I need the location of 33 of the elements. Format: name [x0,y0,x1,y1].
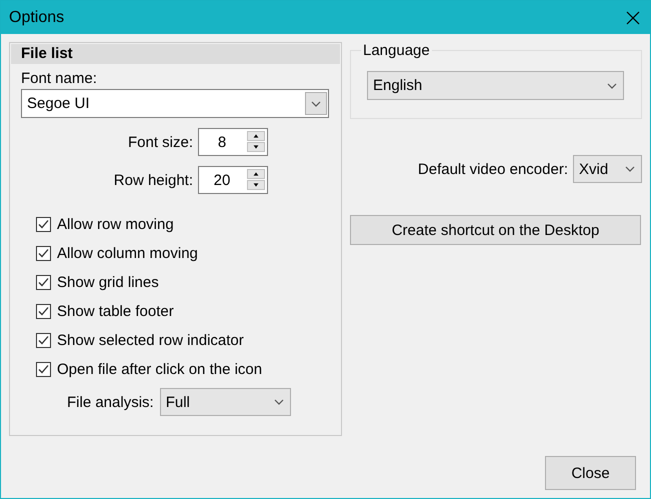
field-label: Row height: [112,172,193,188]
field-label: Font size: [126,134,193,150]
combo-field[interactable]: Segoe UI [21,89,329,118]
checkbox[interactable] [36,362,51,377]
field-label: File analysis: [67,394,154,410]
checkbox-label: Show selected row indicator [57,332,244,349]
chevron-down-icon [625,166,635,172]
checkbox[interactable] [36,246,51,261]
close-button[interactable]: Close [545,456,636,490]
chevron-down-icon [274,399,284,405]
spin-field[interactable]: 8 [198,128,268,156]
spin-field[interactable]: 20 [198,166,268,194]
checkbox[interactable] [36,333,51,348]
checkbox[interactable] [36,304,51,319]
checkbox-label: Show table footer [57,303,174,320]
window-title: Options [9,8,66,26]
create-shortcut-button[interactable]: Create shortcut on the Desktop [350,215,641,245]
group-label: Language [361,42,432,59]
checkbox-label: Show grid lines [57,274,159,291]
dropdown[interactable]: English [367,71,624,100]
close-icon[interactable] [626,10,640,24]
chevron-down-icon [607,82,617,88]
field-label: Font name: [21,70,98,88]
checkbox[interactable] [36,275,51,290]
checkbox-label: Open file after click on the icon [57,361,262,378]
panel-header: File list [11,44,340,64]
dropdown[interactable]: Xvid [573,155,642,183]
chevron-down-icon [311,100,321,106]
checkbox-label: Allow row moving [57,216,174,233]
checkbox-label: Allow column moving [57,245,198,262]
field-label: Default video encoder: [418,160,568,178]
checkbox[interactable] [36,217,51,232]
dropdown[interactable]: Full [160,388,291,416]
